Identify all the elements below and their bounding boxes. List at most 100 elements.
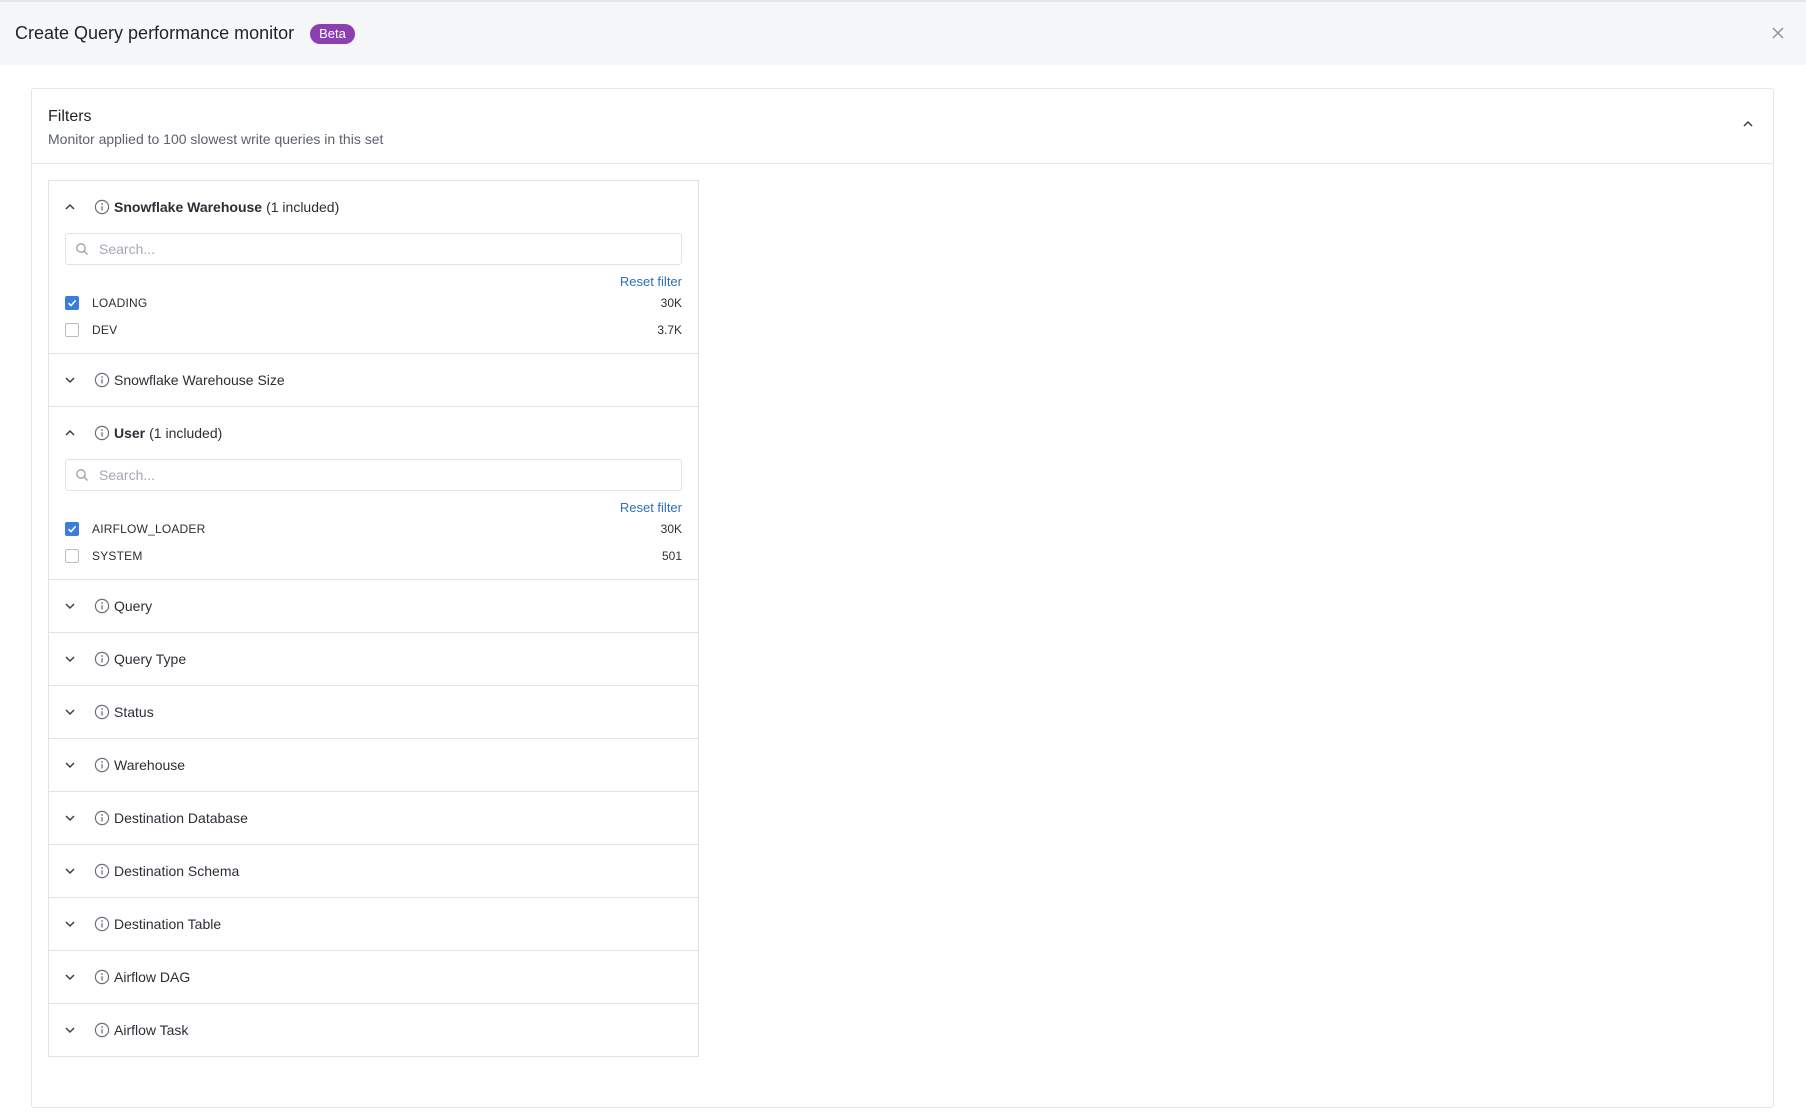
filter-section-title: User bbox=[114, 425, 146, 441]
filter-section-count: (1 included) bbox=[266, 199, 340, 215]
info-icon[interactable] bbox=[94, 810, 110, 826]
filter-section-title: Warehouse bbox=[114, 757, 186, 773]
filter-section-title: Query bbox=[114, 598, 153, 614]
close-icon bbox=[1772, 27, 1784, 39]
filter-section-title: Airflow Task bbox=[114, 1022, 189, 1038]
info-icon[interactable] bbox=[94, 425, 110, 441]
check-icon bbox=[67, 299, 77, 307]
chevron-down-icon bbox=[62, 757, 78, 773]
filters-title: Filters bbox=[48, 108, 92, 125]
option-count: 30K bbox=[660, 295, 682, 310]
filter-section-destination-schema: Destination Schema bbox=[49, 845, 698, 898]
chevron-down-icon bbox=[62, 598, 78, 614]
chevron-down-icon bbox=[62, 863, 78, 879]
user-reset-filter-link[interactable]: Reset filter bbox=[620, 500, 682, 515]
user-search-box bbox=[65, 459, 682, 491]
filter-section-title: Destination Database bbox=[114, 810, 248, 826]
filter-option-dev[interactable]: DEV 3.7K bbox=[65, 316, 682, 343]
filter-section-warehouse-size: Snowflake Warehouse Size bbox=[49, 354, 698, 407]
filter-panel: Snowflake Warehouse (1 included) Reset f… bbox=[48, 180, 699, 1057]
close-button[interactable] bbox=[1768, 23, 1788, 43]
option-count: 501 bbox=[661, 548, 682, 563]
filter-section-user: User (1 included) Reset filter AIRFLOW_L… bbox=[49, 407, 698, 580]
search-icon bbox=[75, 468, 89, 482]
filter-section-body: Reset filter LOADING 30K DEV 3.7K bbox=[49, 233, 698, 353]
info-icon[interactable] bbox=[94, 199, 110, 215]
filter-section-title: Status bbox=[114, 704, 154, 720]
option-label: AIRFLOW_LOADER bbox=[92, 521, 206, 536]
filter-section-header[interactable]: Query Type bbox=[49, 633, 698, 685]
filters-card: Filters Monitor applied to 100 slowest w… bbox=[31, 88, 1774, 1108]
info-icon[interactable] bbox=[94, 1022, 110, 1038]
filter-option-system[interactable]: SYSTEM 501 bbox=[65, 542, 682, 569]
filter-section-snowflake-warehouse: Snowflake Warehouse (1 included) Reset f… bbox=[49, 181, 698, 354]
filter-section-status: Status bbox=[49, 686, 698, 739]
info-icon[interactable] bbox=[94, 863, 110, 879]
chevron-down-icon bbox=[62, 810, 78, 826]
filter-section-body: Reset filter AIRFLOW_LOADER 30K SYSTEM 5… bbox=[49, 459, 698, 579]
filter-section-query-type: Query Type bbox=[49, 633, 698, 686]
filter-section-destination-database: Destination Database bbox=[49, 792, 698, 845]
filter-section-header[interactable]: Snowflake Warehouse (1 included) bbox=[49, 181, 698, 233]
info-icon[interactable] bbox=[94, 916, 110, 932]
filter-section-title: Destination Table bbox=[114, 916, 222, 932]
chevron-down-icon bbox=[62, 372, 78, 388]
filter-section-header[interactable]: Snowflake Warehouse Size bbox=[49, 354, 698, 406]
filter-option-loading[interactable]: LOADING 30K bbox=[65, 289, 682, 316]
filter-section-header[interactable]: Destination Database bbox=[49, 792, 698, 844]
user-search-input[interactable] bbox=[97, 466, 681, 484]
check-icon bbox=[67, 525, 77, 533]
filters-header: Filters Monitor applied to 100 slowest w… bbox=[32, 89, 1773, 164]
filter-section-header[interactable]: Query bbox=[49, 580, 698, 632]
filter-section-header[interactable]: Warehouse bbox=[49, 739, 698, 791]
info-icon[interactable] bbox=[94, 704, 110, 720]
filter-section-header[interactable]: User (1 included) bbox=[49, 407, 698, 459]
info-icon[interactable] bbox=[94, 651, 110, 667]
option-label: LOADING bbox=[92, 295, 148, 310]
modal-header: Create Query performance monitor Beta bbox=[0, 2, 1806, 65]
filter-section-header[interactable]: Airflow Task bbox=[49, 1004, 698, 1056]
info-icon[interactable] bbox=[94, 757, 110, 773]
option-label: DEV bbox=[92, 322, 118, 337]
filter-section-warehouse: Warehouse bbox=[49, 739, 698, 792]
warehouse-reset-filter-link[interactable]: Reset filter bbox=[620, 274, 682, 289]
info-icon[interactable] bbox=[94, 598, 110, 614]
filter-section-header[interactable]: Destination Table bbox=[49, 898, 698, 950]
chevron-up-icon bbox=[1743, 120, 1753, 127]
option-count: 30K bbox=[660, 521, 682, 536]
filter-section-title: Snowflake Warehouse bbox=[114, 199, 263, 215]
filter-section-destination-table: Destination Table bbox=[49, 898, 698, 951]
filter-section-query: Query bbox=[49, 580, 698, 633]
info-icon[interactable] bbox=[94, 969, 110, 985]
filter-section-airflow-dag: Airflow DAG bbox=[49, 951, 698, 1004]
chevron-down-icon bbox=[62, 704, 78, 720]
chevron-down-icon bbox=[62, 969, 78, 985]
chevron-down-icon bbox=[62, 1022, 78, 1038]
checkbox-unchecked[interactable] bbox=[65, 322, 79, 337]
info-icon[interactable] bbox=[94, 372, 110, 388]
filter-option-airflow-loader[interactable]: AIRFLOW_LOADER 30K bbox=[65, 515, 682, 542]
checkbox-checked[interactable] bbox=[65, 521, 79, 536]
chevron-down-icon bbox=[62, 651, 78, 667]
filter-section-title: Airflow DAG bbox=[114, 969, 191, 985]
warehouse-search-box bbox=[65, 233, 682, 265]
filters-collapse-button[interactable] bbox=[1739, 115, 1757, 133]
filter-section-header[interactable]: Airflow DAG bbox=[49, 951, 698, 1003]
filters-subtitle: Monitor applied to 100 slowest write que… bbox=[48, 131, 384, 147]
checkbox-checked[interactable] bbox=[65, 295, 79, 310]
warehouse-search-input[interactable] bbox=[97, 240, 681, 258]
filter-section-airflow-task: Airflow Task bbox=[49, 1004, 698, 1056]
chevron-down-icon bbox=[62, 916, 78, 932]
filter-section-header[interactable]: Status bbox=[49, 686, 698, 738]
filter-section-count: (1 included) bbox=[149, 425, 223, 441]
filter-section-header[interactable]: Destination Schema bbox=[49, 845, 698, 897]
filter-section-title: Destination Schema bbox=[114, 863, 240, 879]
option-label: SYSTEM bbox=[92, 548, 143, 563]
filter-section-title: Query Type bbox=[114, 651, 187, 667]
modal-title: Create Query performance monitor bbox=[15, 23, 295, 43]
chevron-up-icon bbox=[62, 425, 78, 441]
beta-badge: Beta bbox=[310, 23, 355, 44]
filter-section-title: Snowflake Warehouse Size bbox=[114, 372, 285, 388]
search-icon bbox=[75, 242, 89, 256]
checkbox-unchecked[interactable] bbox=[65, 548, 79, 563]
